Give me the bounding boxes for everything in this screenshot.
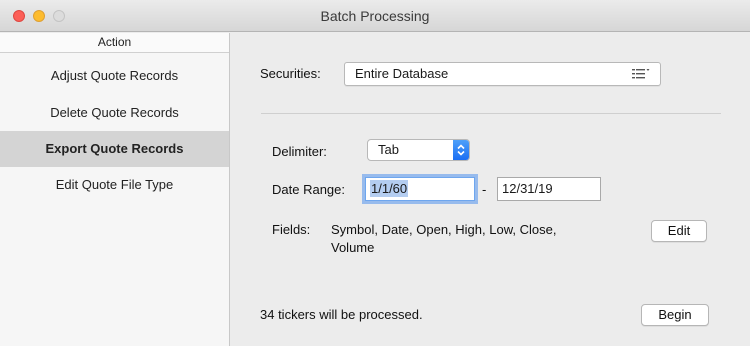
fields-list-line2: Volume <box>331 240 375 255</box>
sidebar-header: Action <box>0 33 229 53</box>
delimiter-value: Tab <box>378 142 399 157</box>
list-menu-icon <box>632 68 650 80</box>
date-start-field[interactable]: 1/1/60 <box>365 177 475 201</box>
section-divider <box>261 113 721 114</box>
begin-button[interactable]: Begin <box>641 304 709 326</box>
sidebar-item-delete-quote-records[interactable]: Delete Quote Records <box>0 95 229 131</box>
date-separator: - <box>482 182 487 197</box>
action-sidebar: Action Adjust Quote Records Delete Quote… <box>0 33 230 346</box>
securities-value: Entire Database <box>355 66 449 81</box>
delimiter-popup[interactable]: Tab <box>367 139 470 161</box>
date-end-field[interactable]: 12/31/19 <box>497 177 601 201</box>
securities-label: Securities: <box>260 66 321 81</box>
date-range-label: Date Range: <box>272 182 345 197</box>
sidebar-item-edit-quote-file-type[interactable]: Edit Quote File Type <box>0 167 229 203</box>
chevron-updown-icon <box>453 140 469 160</box>
securities-popup[interactable]: Entire Database <box>344 62 661 86</box>
delimiter-label: Delimiter: <box>272 144 327 159</box>
status-text: 34 tickers will be processed. <box>260 307 423 322</box>
window-title: Batch Processing <box>320 8 430 24</box>
batch-processing-window: Batch Processing Action Adjust Quote Rec… <box>0 0 750 346</box>
export-panel: Securities: Entire Database Delimiter: T… <box>231 33 750 346</box>
title-bar: Batch Processing <box>0 0 750 32</box>
sidebar-item-export-quote-records[interactable]: Export Quote Records <box>0 131 229 167</box>
edit-fields-button[interactable]: Edit <box>651 220 707 242</box>
date-start-value: 1/1/60 <box>370 180 409 197</box>
date-end-value: 12/31/19 <box>502 181 553 196</box>
fields-label: Fields: <box>272 222 311 237</box>
fields-list-line1: Symbol, Date, Open, High, Low, Close, <box>331 222 557 237</box>
sidebar-item-adjust-quote-records[interactable]: Adjust Quote Records <box>0 58 229 94</box>
